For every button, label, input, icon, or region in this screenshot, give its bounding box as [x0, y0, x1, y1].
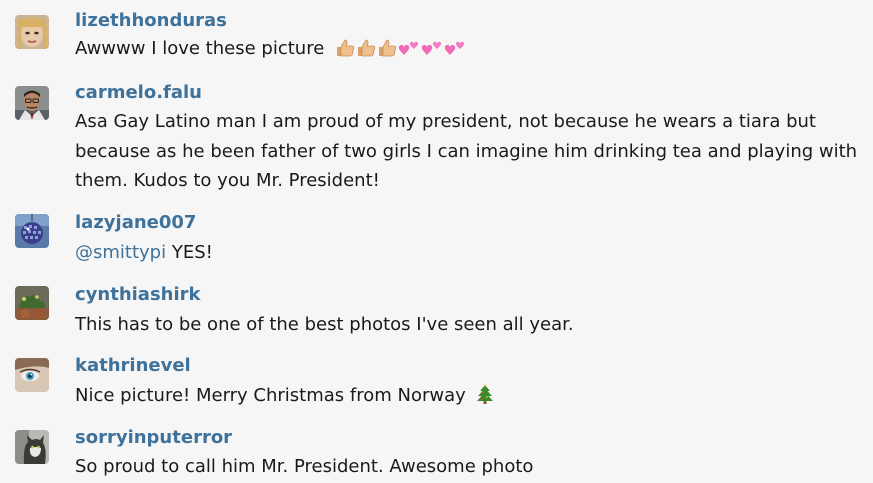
avatar-image — [15, 15, 49, 49]
user-avatar[interactable] — [15, 86, 49, 120]
avatar-image — [15, 86, 49, 120]
comment-username[interactable]: sorryinputerror — [75, 427, 232, 449]
avatar-image — [15, 430, 49, 464]
comment-text-block: @smittypi YES! — [75, 238, 865, 268]
comment-username[interactable]: carmelo.falu — [75, 82, 202, 104]
comment-text: Asa Gay Latino man I am proud of my pres… — [75, 111, 858, 191]
two-hearts-icon — [421, 39, 443, 57]
avatar-image — [15, 286, 49, 320]
comment-text: This has to be one of the best photos I'… — [75, 314, 574, 335]
comment-text-block: Nice picture! Merry Christmas from Norwa… — [75, 381, 865, 411]
avatar-image — [15, 358, 49, 392]
comment-text-block: Awwww I love these picture — [75, 34, 865, 64]
thumbs-up-icon — [377, 39, 397, 57]
user-avatar[interactable] — [15, 430, 49, 464]
avatar-image — [15, 214, 49, 248]
mention-link[interactable]: @smittypi — [75, 242, 166, 263]
comment-text: Nice picture! Merry Christmas from Norwa… — [75, 385, 466, 406]
two-hearts-icon — [398, 39, 420, 57]
comment-username[interactable]: kathrinevel — [75, 355, 191, 377]
christmas-tree-icon — [476, 384, 494, 404]
comment-username[interactable]: lizethhonduras — [75, 10, 227, 32]
comment-username[interactable]: lazyjane007 — [75, 212, 196, 234]
comment-username[interactable]: cynthiashirk — [75, 284, 201, 306]
two-hearts-icon — [444, 39, 466, 57]
user-avatar[interactable] — [15, 214, 49, 248]
thumbs-up-icon — [335, 39, 355, 57]
comment-text: YES! — [166, 242, 213, 263]
user-avatar[interactable] — [15, 358, 49, 392]
thumbs-up-icon — [356, 39, 376, 57]
comment-text: Awwww I love these picture — [75, 38, 325, 59]
user-avatar[interactable] — [15, 286, 49, 320]
comment-text: So proud to call him Mr. President. Awes… — [75, 456, 534, 477]
comment-list: lizethhonduras Awwww I love these pictur… — [0, 0, 873, 483]
user-avatar[interactable] — [15, 15, 49, 49]
